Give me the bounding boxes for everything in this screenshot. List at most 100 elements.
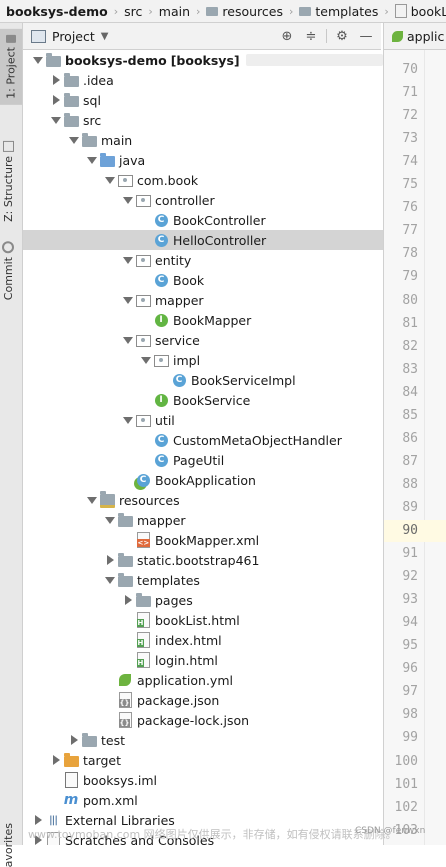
gear-icon[interactable]: ⚙ [333,27,351,45]
chevron-down-icon[interactable] [121,190,135,210]
tree-node[interactable]: {} package.json [23,690,383,710]
package-icon-shape [135,254,151,267]
tree-node[interactable]: C PageUtil [23,450,383,470]
line-number: 98 [402,707,418,723]
package-icon [117,172,133,188]
tree-node[interactable]: static.bootstrap461 [23,550,383,570]
tree-node[interactable]: .idea [23,70,383,90]
line-number: 75 [402,177,418,193]
chevron-right-icon[interactable] [121,590,135,610]
tree-node[interactable]: C HelloController [23,230,383,250]
interface-icon-shape: I [154,393,168,407]
line-number: 71 [402,85,418,101]
minimize-icon[interactable]: — [357,27,375,45]
breadcrumb-item[interactable]: resources [200,0,285,22]
tree-node[interactable]: {} package-lock.json [23,710,383,730]
spring-leaf-icon [392,30,403,42]
interface-icon-shape: I [154,313,168,327]
package-icon [135,252,151,268]
chevron-down-icon[interactable] [139,350,153,370]
tree-node[interactable]: main [23,130,383,150]
chevron-right-icon[interactable] [103,550,117,570]
tree-node[interactable]: I BookService [23,390,383,410]
tree-node[interactable]: booksys.iml [23,770,383,790]
breadcrumb-item[interactable]: bookList.html [389,0,446,22]
tree-node[interactable]: C BookServiceImpl [23,370,383,390]
editor-tab[interactable]: applic [384,23,446,50]
tree-node[interactable]: test [23,730,383,750]
tree-node-label: java [119,152,146,168]
chevron-right-icon[interactable] [67,730,81,750]
locate-icon[interactable]: ⊕ [278,27,296,45]
chevron-down-icon[interactable] [103,170,117,190]
chevron-down-icon[interactable] [121,290,135,310]
structure-tool-tab[interactable]: Z: Structure [2,141,15,222]
package-icon-shape [135,194,151,207]
tree-node[interactable]: C BookController [23,210,383,230]
tree-node[interactable]: Hindex.html [23,630,383,650]
tree-node[interactable]: mapper [23,290,383,310]
tree-node[interactable]: resources [23,490,383,510]
chevron-down-icon[interactable] [103,570,117,590]
tree-node[interactable]: service [23,330,383,350]
line-number: 94 [402,615,418,631]
chevron-down-icon[interactable] [85,490,99,510]
tree-node[interactable]: mapper [23,510,383,530]
tree-node[interactable]: HbookList.html [23,610,383,630]
chevron-down-icon[interactable] [121,330,135,350]
tree-node[interactable]: util [23,410,383,430]
tree-node[interactable]: pages [23,590,383,610]
chevron-right-icon[interactable] [49,750,63,770]
tree-node[interactable]: impl [23,350,383,370]
tree-node[interactable]: I BookMapper [23,310,383,330]
package-icon-shape [117,174,133,187]
source-folder-icon [99,152,115,168]
breadcrumb-item[interactable]: booksys-demo [0,0,110,22]
chevron-down-icon[interactable] [49,110,63,130]
breadcrumb-item[interactable]: src [118,0,144,22]
folder-icon [63,72,79,88]
csdn-watermark: CSDN @fenwxn [355,826,426,836]
tree-node[interactable]: m pom.xml [23,790,383,810]
tree-node-label: pom.xml [83,792,138,808]
tree-node[interactable]: application.yml [23,670,383,690]
chevron-right-icon[interactable] [49,70,63,90]
tree-node[interactable]: C BookApplication [23,470,383,490]
chevron-down-icon[interactable] [121,250,135,270]
chevron-down-icon[interactable] [121,410,135,430]
favorites-tool-tab[interactable]: avorites [2,823,15,867]
tree-node[interactable]: Hlogin.html [23,650,383,670]
line-number: 72 [402,108,418,124]
package-icon [135,292,151,308]
tree-node[interactable]: target [23,750,383,770]
tree-node[interactable]: sql [23,90,383,110]
line-number: 86 [402,430,418,446]
breadcrumb-item[interactable]: main [153,0,192,22]
tree-node-label: package.json [137,692,220,708]
project-view-selector[interactable]: Project ▼ [23,29,108,44]
tree-node[interactable]: C CustomMetaObjectHandler [23,430,383,450]
tree-node[interactable]: booksys-demo [booksys] [23,50,383,70]
tree-node[interactable]: java [23,150,383,170]
tree-node[interactable]: templates [23,570,383,590]
tree-node[interactable]: com.book [23,170,383,190]
tree-node[interactable]: C Book [23,270,383,290]
favorites-tab-label: avorites [2,823,15,867]
commit-tool-tab[interactable]: Commit [2,241,15,300]
tree-node[interactable]: controller [23,190,383,210]
chevron-down-icon[interactable] [31,50,45,70]
tree-node-label: bookList.html [155,612,240,628]
chevron-down-icon[interactable] [103,510,117,530]
chevron-down-icon[interactable] [67,130,81,150]
chevron-right-icon[interactable] [49,90,63,110]
tree-node[interactable]: src [23,110,383,130]
collapse-all-icon[interactable]: ≑ [302,27,320,45]
project-tool-tab[interactable]: 1: Project [0,29,22,105]
tree-node[interactable]: entity [23,250,383,270]
breadcrumb-item[interactable]: templates [293,0,380,22]
tree-node[interactable]: <> BookMapper.xml [23,530,383,550]
chevron-down-icon[interactable] [85,150,99,170]
tree-node-label: BookMapper.xml [155,532,260,548]
